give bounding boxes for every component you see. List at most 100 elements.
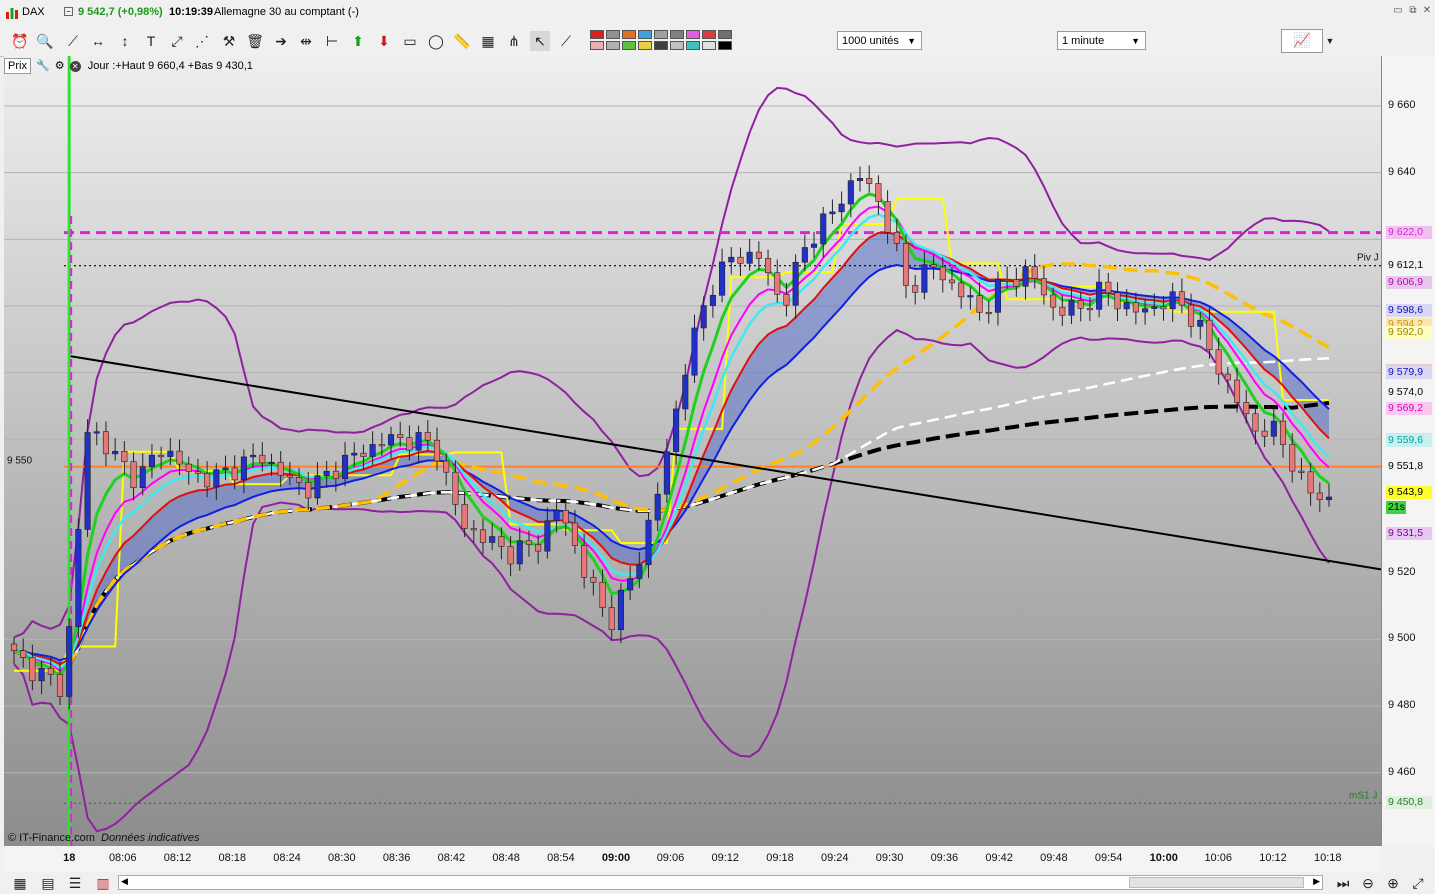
channel-tool-icon[interactable]: ⤢ <box>167 31 187 51</box>
candle <box>56 674 64 697</box>
price-tick: 9 460 <box>1388 765 1416 778</box>
candle <box>213 469 220 488</box>
color-swatch[interactable] <box>606 41 620 50</box>
fit-icon[interactable]: ⤢ <box>1408 873 1428 893</box>
cursor-icon[interactable]: ↖ <box>530 31 550 51</box>
time-axis[interactable]: 18 08:06 08:12 08:18 08:24 08:30 08:36 08:42 08:… <box>4 846 1381 872</box>
color-swatch[interactable] <box>606 30 620 39</box>
series-value-tag: 9 598,6 <box>1386 303 1432 317</box>
candle <box>1279 420 1287 445</box>
arrow-right-icon[interactable]: ➔ <box>271 31 291 51</box>
price-chart[interactable]: Piv J mS1 J 9 550 <box>4 56 1382 846</box>
alarm-icon[interactable]: ⏰ <box>10 31 30 51</box>
color-swatch[interactable] <box>654 41 668 50</box>
candle <box>1132 302 1139 313</box>
candle <box>47 667 54 675</box>
goto-end-icon[interactable]: ⏭ <box>1333 873 1353 893</box>
candle <box>1197 319 1204 327</box>
indicator-add-icon[interactable]: ▤ <box>38 873 58 893</box>
time-scrollbar[interactable]: ◀ ▶ <box>118 875 1323 890</box>
hline-tool-icon[interactable]: ↔ <box>88 31 108 51</box>
color-swatch[interactable] <box>638 30 652 39</box>
quantity-select[interactable]: 1000 unités ▼ <box>837 31 922 50</box>
candle <box>286 474 293 478</box>
candle <box>1142 308 1149 313</box>
minimize-icon[interactable]: ▭ <box>1392 5 1404 17</box>
settings-icon[interactable]: ⚙ <box>55 60 65 72</box>
indicator-chart-icon[interactable]: 📈 <box>1281 29 1323 53</box>
vline-tool-icon[interactable]: ↕ <box>115 31 135 51</box>
remove-icon[interactable]: ✕ <box>69 61 81 72</box>
color-swatch[interactable] <box>622 30 636 39</box>
chevron-down-icon[interactable]: ▼ <box>1320 31 1340 51</box>
series-value-tag: 9 551,8 <box>1386 459 1432 473</box>
candle <box>268 461 275 465</box>
grid-tool-icon[interactable]: ▦ <box>478 31 498 51</box>
candle <box>443 460 450 473</box>
trash-icon[interactable]: 🗑 <box>245 31 265 51</box>
zoom-out-icon[interactable]: ⊖ <box>1358 873 1378 893</box>
crosshair-icon[interactable]: ⟋ <box>556 31 576 51</box>
close-icon[interactable]: ✕ <box>1421 5 1433 17</box>
candle <box>571 522 578 546</box>
pitchfork-icon[interactable]: ⋔ <box>504 31 524 51</box>
timeframe-select[interactable]: 1 minute ▼ <box>1057 31 1146 50</box>
candle <box>452 471 459 505</box>
scroll-thumb[interactable] <box>1129 877 1304 888</box>
fibonacci-icon[interactable]: ⋰ <box>192 31 212 51</box>
candle <box>1215 349 1222 375</box>
rectangle-tool-icon[interactable]: ▭ <box>400 31 420 51</box>
candle <box>1160 306 1167 310</box>
collapse-icon[interactable]: − <box>64 7 73 16</box>
ruler-icon[interactable]: 📏 <box>452 31 472 51</box>
color-swatch[interactable] <box>686 41 700 50</box>
color-swatch[interactable] <box>718 41 732 50</box>
color-swatch[interactable] <box>686 30 700 39</box>
tools-icon[interactable]: ⚒ <box>219 31 239 51</box>
time-label: 09:54 <box>1094 852 1123 864</box>
measure-icon[interactable]: ⇹ <box>296 31 316 51</box>
time-label: 09:24 <box>821 852 849 864</box>
text-h-icon[interactable]: ⊢ <box>322 31 342 51</box>
zoom-icon[interactable]: 🔍 <box>35 31 55 51</box>
sell-arrow-icon[interactable]: ⬇ <box>374 31 394 51</box>
candle <box>525 540 533 545</box>
zoom-in-icon[interactable]: ⊕ <box>1383 873 1403 893</box>
color-swatch[interactable] <box>718 30 732 39</box>
color-swatch[interactable] <box>670 41 684 50</box>
color-swatch[interactable] <box>670 30 684 39</box>
candle <box>489 536 496 543</box>
text-tool-icon[interactable]: T <box>141 31 161 51</box>
color-palette[interactable] <box>590 30 736 52</box>
prix-selector[interactable]: Prix <box>4 58 31 74</box>
chart-svg[interactable]: Piv J mS1 J 9 550 <box>4 56 1382 846</box>
color-swatch[interactable] <box>590 30 604 39</box>
candle <box>1234 379 1241 403</box>
candle <box>1307 471 1314 494</box>
line-tool-icon[interactable]: ⟋ <box>63 31 83 51</box>
candle <box>360 452 367 457</box>
candle <box>691 327 698 376</box>
color-swatch[interactable] <box>622 41 636 50</box>
scroll-left-icon[interactable]: ◀ <box>121 876 128 887</box>
wrench-icon[interactable]: 🔧 <box>36 60 50 72</box>
candle <box>820 213 827 245</box>
layout-icon[interactable]: ▦ <box>10 873 30 893</box>
color-swatch[interactable] <box>590 41 604 50</box>
buy-arrow-icon[interactable]: ⬆ <box>348 31 368 51</box>
restore-icon[interactable]: ⧉ <box>1407 5 1419 17</box>
color-swatch[interactable] <box>638 41 652 50</box>
color-swatch[interactable] <box>702 30 716 39</box>
scroll-right-icon[interactable]: ▶ <box>1313 876 1320 887</box>
candle-type-icon[interactable]: ▥ <box>93 873 113 893</box>
price-axis[interactable]: 9 460 9 480 9 500 9 520 9 640 9 660 9 612,1 9 4… <box>1381 56 1435 846</box>
color-swatch[interactable] <box>654 30 668 39</box>
candle <box>875 183 882 202</box>
color-swatch[interactable] <box>702 41 716 50</box>
time-label: 08:30 <box>328 852 356 864</box>
list-icon[interactable]: ☰ <box>65 873 85 893</box>
candle <box>369 444 376 457</box>
ellipse-tool-icon[interactable]: ◯ <box>426 31 446 51</box>
prix-label: Prix <box>8 60 27 72</box>
candle <box>581 545 588 578</box>
